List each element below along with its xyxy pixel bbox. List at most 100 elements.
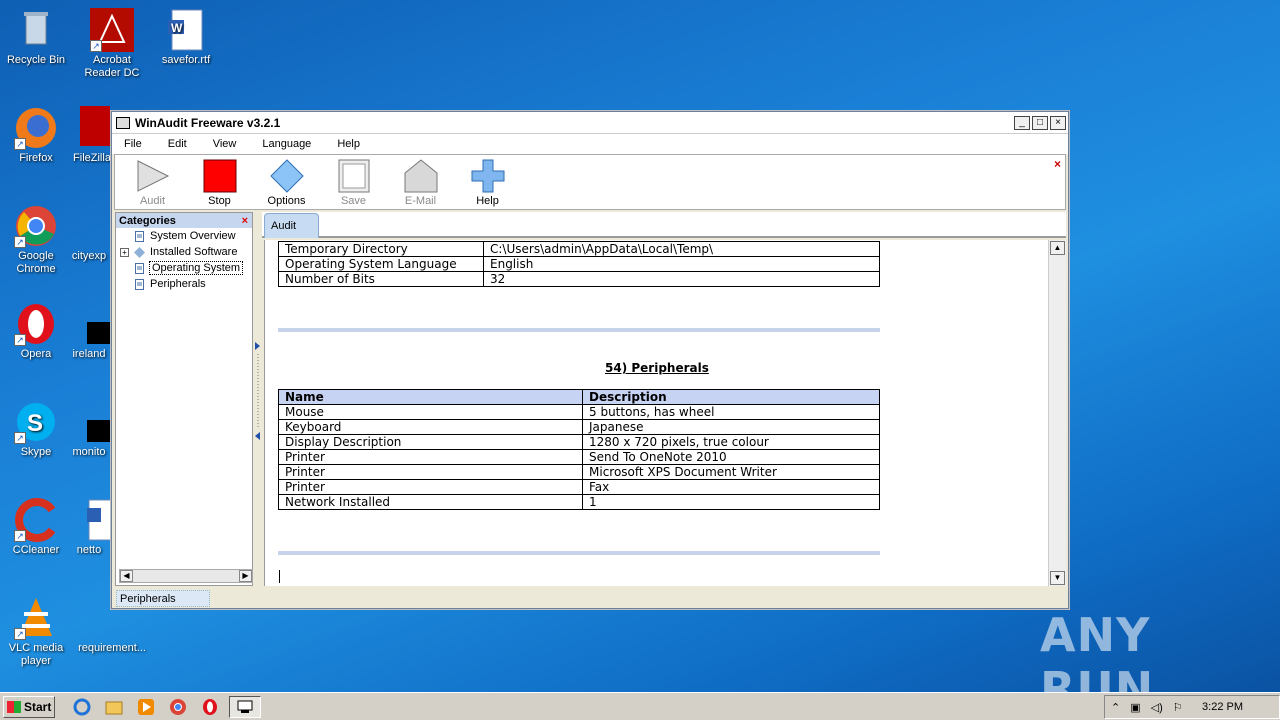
word-doc-icon: W <box>164 8 208 52</box>
table-cell: 1 <box>582 494 880 510</box>
section-separator <box>278 328 880 332</box>
help-button[interactable]: Help <box>454 155 521 209</box>
desktop-icon-label: netto <box>76 544 102 556</box>
menu-language[interactable]: Language <box>262 138 311 150</box>
volume-icon[interactable]: ◁) <box>1151 701 1163 714</box>
skype-icon: S ↗ <box>14 400 58 444</box>
email-icon <box>387 158 454 194</box>
minimize-button[interactable]: _ <box>1014 115 1030 130</box>
chrome-taskbar-icon[interactable] <box>167 696 189 718</box>
desktop-icon-vlc[interactable]: ↗ VLC media player <box>0 596 72 668</box>
table-cell: English <box>483 256 880 272</box>
desktop-icon-skype[interactable]: S ↗ Skype <box>0 400 72 459</box>
table-cell: Operating System Language <box>278 256 484 272</box>
desktop-icon-netto[interactable]: netto <box>66 498 112 557</box>
desktop-icon-label: requirement... <box>78 642 146 654</box>
save-button[interactable]: Save <box>320 155 387 209</box>
table-row: Printer Send To OneNote 2010 <box>278 449 880 465</box>
winaudit-taskbar-button[interactable] <box>229 695 261 718</box>
table-row: Keyboard Japanese <box>278 419 880 435</box>
start-label: Start <box>24 699 52 714</box>
system-tray: ⌃ ▣ ◁) ⚐ 3:22 PM <box>1104 695 1280 719</box>
tree-item-label: Operating System <box>148 261 244 275</box>
table-cell: Display Description <box>278 434 583 450</box>
options-button[interactable]: Options <box>253 155 320 209</box>
table-cell: 5 buttons, has wheel <box>582 404 880 420</box>
explorer-icon[interactable] <box>103 696 125 718</box>
desktop-icon-monito[interactable]: monito <box>66 400 112 459</box>
table-cell: 1280 x 720 pixels, true colour <box>582 434 880 450</box>
toolbar-close-icon[interactable]: × <box>1054 157 1061 171</box>
tree-item-installed-software[interactable]: + Installed Software <box>116 244 252 260</box>
menu-file[interactable]: File <box>124 138 142 150</box>
scroll-right-icon[interactable]: ▶ <box>239 570 252 582</box>
categories-hscrollbar[interactable]: ◀ ▶ <box>119 569 253 583</box>
help-button-label: Help <box>476 195 499 207</box>
tree-item-system-overview[interactable]: System Overview <box>116 228 252 244</box>
close-button[interactable]: × <box>1050 115 1066 130</box>
table-cell: Printer <box>278 479 583 495</box>
scroll-up-icon[interactable]: ▲ <box>1050 241 1065 255</box>
desktop-icon-cityexp[interactable]: cityexp <box>66 204 112 263</box>
ie-icon[interactable] <box>71 696 93 718</box>
action-center-flag-icon[interactable]: ⚐ <box>1173 701 1183 714</box>
options-button-label: Options <box>267 195 306 207</box>
desktop-icon-savefor[interactable]: W savefor.rtf <box>150 8 222 67</box>
panel-splitter[interactable] <box>255 342 261 442</box>
categories-title: Categories <box>119 214 176 227</box>
table-cell: Mouse <box>278 404 583 420</box>
desktop-icon-opera[interactable]: ↗ Opera <box>0 302 72 361</box>
column-header: Description <box>582 389 880 405</box>
window-title: WinAudit Freeware v3.2.1 <box>135 115 281 130</box>
table-cell: Japanese <box>582 419 880 435</box>
tab-audit[interactable]: Audit <box>264 213 319 238</box>
desktop-icon-label: CCleaner <box>12 544 60 556</box>
tree-item-peripherals[interactable]: Peripherals <box>116 276 252 292</box>
menu-edit[interactable]: Edit <box>168 138 187 150</box>
table-row: Mouse 5 buttons, has wheel <box>278 404 880 420</box>
scroll-left-icon[interactable]: ◀ <box>120 570 133 582</box>
desktop-icon-label: Skype <box>20 446 52 458</box>
section-title: 54) Peripherals <box>605 361 709 375</box>
desktop-icon-recycle-bin[interactable]: Recycle Bin <box>0 8 72 67</box>
email-button-label: E-Mail <box>404 195 437 207</box>
tree-item-operating-system[interactable]: Operating System <box>116 260 252 276</box>
toolbar: Audit Stop Options Save E-Mail Help × <box>114 154 1066 210</box>
categories-header: Categories × <box>116 213 252 228</box>
file-icon <box>67 204 111 248</box>
table-row: Temporary Directory C:\Users\admin\AppDa… <box>278 241 880 257</box>
filezilla-icon <box>70 106 114 150</box>
tray-expand-icon[interactable]: ⌃ <box>1111 701 1120 714</box>
report-vscrollbar[interactable]: ▲ ▼ <box>1048 240 1066 586</box>
table-cell: Number of Bits <box>278 271 484 287</box>
clock[interactable]: 3:22 PM <box>1202 701 1243 713</box>
email-button[interactable]: E-Mail <box>387 155 454 209</box>
table-cell: Keyboard <box>278 419 583 435</box>
table-cell: C:\Users\admin\AppData\Local\Temp\ <box>483 241 880 257</box>
media-player-icon[interactable] <box>135 696 157 718</box>
desktop-icon-acrobat[interactable]: ↗ Acrobat Reader DC <box>76 8 148 80</box>
expand-icon[interactable]: + <box>120 247 129 257</box>
menu-help[interactable]: Help <box>337 138 360 150</box>
table-cell: Fax <box>582 479 880 495</box>
opera-icon: ↗ <box>14 302 58 346</box>
title-bar[interactable]: WinAudit Freeware v3.2.1 _ □ × <box>112 112 1068 134</box>
desktop-icon-label: Acrobat Reader DC <box>84 54 140 79</box>
start-button[interactable]: Start <box>3 695 55 718</box>
network-icon[interactable]: ▣ <box>1130 701 1140 714</box>
opera-taskbar-icon[interactable] <box>199 696 221 718</box>
document-icon <box>134 230 145 242</box>
categories-close-icon[interactable]: × <box>242 215 248 227</box>
menu-view[interactable]: View <box>213 138 237 150</box>
report-view[interactable]: Temporary Directory C:\Users\admin\AppDa… <box>264 240 1048 586</box>
save-button-label: Save <box>340 195 367 207</box>
desktop-icon-ccleaner[interactable]: ↗ CCleaner <box>0 498 72 557</box>
table-cell: 32 <box>483 271 880 287</box>
audit-button[interactable]: Audit <box>119 155 186 209</box>
maximize-button[interactable]: □ <box>1032 115 1048 130</box>
desktop-icon-chrome[interactable]: ↗ Google Chrome <box>0 204 72 276</box>
scroll-down-icon[interactable]: ▼ <box>1050 571 1065 585</box>
tree-item-label: Installed Software <box>150 246 238 258</box>
desktop-icon-ireland[interactable]: ireland <box>66 302 112 361</box>
stop-button[interactable]: Stop <box>186 155 253 209</box>
